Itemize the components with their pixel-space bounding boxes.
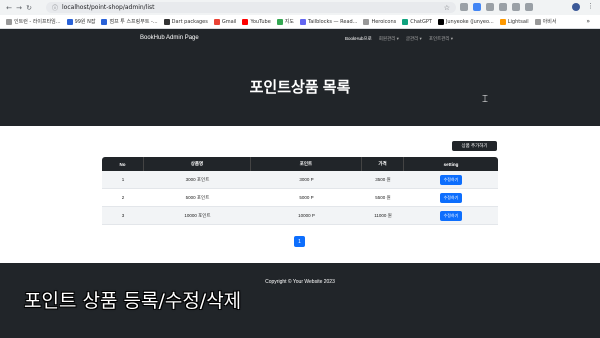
url-text: localhost/point-shop/admin/list xyxy=(62,4,155,11)
youtube-icon xyxy=(242,18,249,25)
reload-icon[interactable]: ↻ xyxy=(24,4,34,12)
table-row: 2 5000 포인트 5000 P 5500 원 수정하기 xyxy=(102,189,498,207)
column-header-setting: setting xyxy=(404,157,498,171)
cell-no: 2 xyxy=(102,189,144,207)
menu-icon[interactable]: ⋮ xyxy=(587,2,594,10)
product-table: No 상품명 포인트 가격 setting 1 3000 포인트 3000 P … xyxy=(102,157,498,225)
nav-link-bookhub[interactable]: BookHub으로 xyxy=(345,36,372,42)
cell-name: 5000 포인트 xyxy=(144,189,251,207)
bookmark-item[interactable]: 99원 N잡 xyxy=(66,18,95,25)
chatgpt-icon xyxy=(402,18,409,25)
bookmark-item[interactable]: YouTube xyxy=(242,18,271,25)
video-caption: 포인트 상품 등록/수정/삭제 xyxy=(24,290,242,312)
cell-no: 1 xyxy=(102,171,144,189)
cell-no: 3 xyxy=(102,207,144,225)
forward-icon[interactable]: → xyxy=(14,4,24,12)
download-icon[interactable] xyxy=(525,3,533,11)
bookmark-item[interactable]: ChatGPT xyxy=(402,18,432,25)
bookmark-item[interactable]: Junyeoke (Junyeo... xyxy=(437,18,494,25)
bookmark-item[interactable]: 아비서 xyxy=(534,18,556,25)
bookmark-favicon-icon xyxy=(534,18,541,25)
cell-name: 10000 포인트 xyxy=(144,207,251,225)
nav-dropdown-posts[interactable]: 글관리 ▾ xyxy=(406,36,422,42)
bookmark-item[interactable]: Lightsail xyxy=(499,18,529,25)
bookmark-favicon-icon xyxy=(66,18,73,25)
pagination-page-1[interactable]: 1 xyxy=(294,236,305,247)
profile-avatar[interactable] xyxy=(572,3,580,11)
bookmark-star-icon[interactable]: ☆ xyxy=(444,4,450,12)
edit-button[interactable]: 수정하기 xyxy=(439,174,463,185)
nav-dropdown-members[interactable]: 회원관리 ▾ xyxy=(379,36,399,42)
back-icon[interactable]: ← xyxy=(4,4,14,12)
more-bookmarks-button[interactable]: » xyxy=(586,18,590,25)
bookmark-favicon-icon xyxy=(499,18,506,25)
table-row: 1 3000 포인트 3000 P 3500 원 수정하기 xyxy=(102,171,498,189)
extension-icon[interactable] xyxy=(512,3,520,11)
table-header-row: No 상품명 포인트 가격 setting xyxy=(102,157,498,171)
bookmark-favicon-icon xyxy=(101,18,108,25)
edit-button[interactable]: 수정하기 xyxy=(439,192,463,203)
column-header-price: 가격 xyxy=(362,157,404,171)
page-header: 포인트상품 목록 ⌶ xyxy=(0,49,600,126)
bookmark-favicon-icon xyxy=(300,18,306,25)
column-header-name: 상품명 xyxy=(144,157,251,171)
maps-icon xyxy=(276,18,283,25)
extension-icon[interactable] xyxy=(499,3,507,11)
bookmark-item[interactable]: 인트런 - 라이프타임... xyxy=(6,18,61,25)
extension-icon[interactable] xyxy=(460,3,468,11)
cell-name: 3000 포인트 xyxy=(144,171,251,189)
cell-price: 5500 원 xyxy=(362,189,404,207)
bookmark-favicon-icon xyxy=(6,18,12,25)
bookmark-item[interactable]: Dart packages xyxy=(163,18,208,25)
cell-price: 3500 원 xyxy=(362,171,404,189)
add-product-button[interactable]: 상품 추가하기 xyxy=(452,141,497,151)
site-info-icon[interactable]: ⓘ xyxy=(52,3,58,12)
table-row: 3 10000 포인트 10000 P 11000 원 수정하기 xyxy=(102,207,498,225)
cell-setting: 수정하기 xyxy=(404,171,498,189)
edit-button[interactable]: 수정하기 xyxy=(439,210,463,221)
site-navbar: BookHub Admin Page BookHub으로 회원관리 ▾ 글관리 … xyxy=(0,29,600,49)
cell-point: 5000 P xyxy=(251,189,362,207)
bookmark-item[interactable]: 지도 xyxy=(276,18,294,25)
bookmark-item[interactable]: Gmail xyxy=(213,18,236,25)
column-header-point: 포인트 xyxy=(251,157,362,171)
extension-icon[interactable] xyxy=(486,3,494,11)
address-bar[interactable]: ⓘ localhost/point-shop/admin/list ☆ xyxy=(46,2,456,13)
mouse-cursor-icon: ⌶ xyxy=(482,94,488,105)
navbar-brand[interactable]: BookHub Admin Page xyxy=(140,35,199,41)
bookmark-favicon-icon xyxy=(363,18,370,25)
copyright-text: Copyright © Your Website 2023 xyxy=(265,279,335,285)
cell-price: 11000 원 xyxy=(362,207,404,225)
bookmark-item[interactable]: Tailblocks — Read... xyxy=(300,18,357,25)
extensions xyxy=(460,3,533,11)
extension-icon[interactable] xyxy=(473,3,481,11)
nav-dropdown-points[interactable]: 포인트관리 ▾ xyxy=(429,36,453,42)
cell-point: 3000 P xyxy=(251,171,362,189)
bookmark-item[interactable]: Heroicons xyxy=(363,18,396,25)
github-icon xyxy=(437,18,444,25)
gmail-icon xyxy=(213,18,220,25)
page-title: 포인트상품 목록 xyxy=(249,79,351,96)
cell-setting: 수정하기 xyxy=(404,207,498,225)
cell-point: 10000 P xyxy=(251,207,362,225)
navbar-links: BookHub으로 회원관리 ▾ 글관리 ▾ 포인트관리 ▾ xyxy=(345,36,453,42)
cell-setting: 수정하기 xyxy=(404,189,498,207)
column-header-no: No xyxy=(102,157,144,171)
bookmark-favicon-icon xyxy=(163,18,170,25)
bookmarks-bar: 인트런 - 라이프타임... 99원 N잡 점프 투 스프링부트 -... Da… xyxy=(0,15,600,29)
bookmark-item[interactable]: 점프 투 스프링부트 -... xyxy=(101,18,158,25)
browser-toolbar: ← → ↻ ⓘ localhost/point-shop/admin/list … xyxy=(0,0,600,15)
